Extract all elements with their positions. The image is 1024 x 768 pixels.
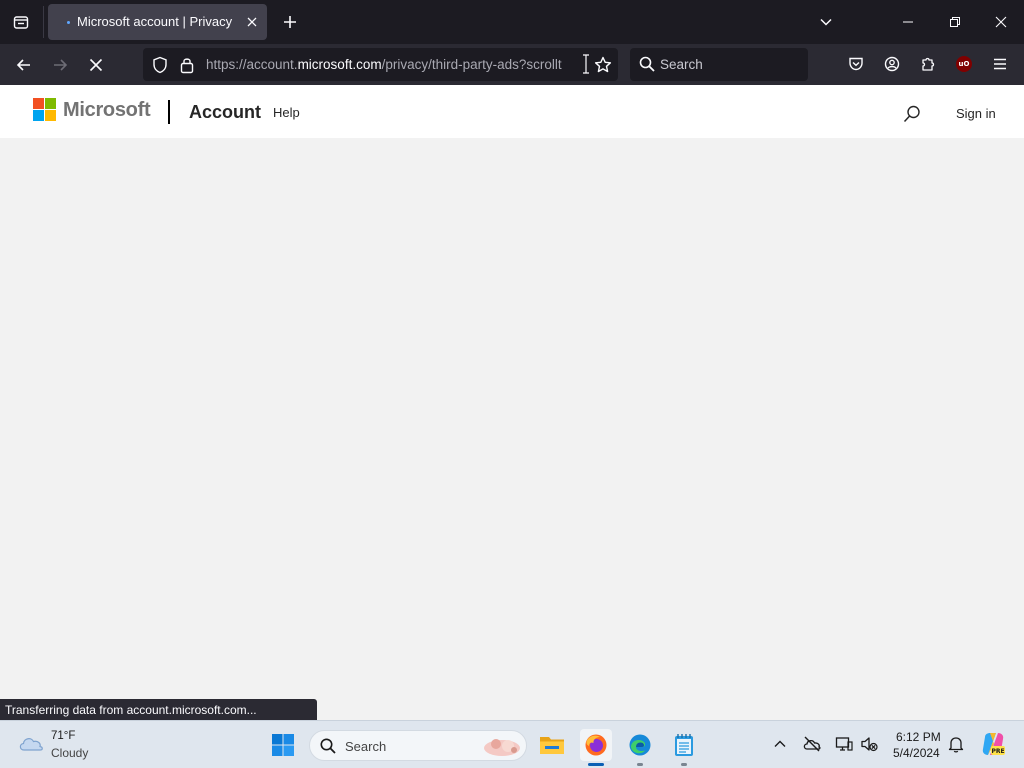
notepad-icon[interactable] xyxy=(668,729,700,766)
arrow-left-icon[interactable] xyxy=(10,51,38,79)
clock-date[interactable]: 5/4/2024 xyxy=(893,746,940,760)
url-host: microsoft.com xyxy=(297,57,382,72)
search-placeholder: Search xyxy=(660,57,703,72)
preview-badge: PRE xyxy=(991,748,1004,755)
url-prefix: https://account. xyxy=(206,57,298,72)
lock-icon[interactable] xyxy=(177,55,197,75)
minimize-icon[interactable] xyxy=(894,8,922,36)
restore-icon[interactable] xyxy=(941,8,969,36)
status-text: Transferring data from account.microsoft… xyxy=(5,703,257,717)
status-panel: Transferring data from account.microsoft… xyxy=(0,699,317,720)
taskbar-search[interactable]: Search xyxy=(309,730,527,761)
puzzle-icon[interactable] xyxy=(915,51,941,77)
taskbar-search-placeholder: Search xyxy=(345,739,387,754)
hamburger-menu-icon[interactable] xyxy=(987,51,1013,77)
tab-strip-divider xyxy=(43,6,44,38)
arrow-right-icon[interactable] xyxy=(46,51,74,79)
header-divider xyxy=(168,100,170,124)
tab-title: Microsoft account | Privacy xyxy=(77,14,233,29)
microsoft-logo-icon[interactable] xyxy=(33,98,57,122)
account-icon[interactable] xyxy=(879,51,905,77)
tab-list-icon[interactable] xyxy=(8,9,34,35)
loading-dot-icon xyxy=(67,21,70,24)
edge-icon[interactable] xyxy=(624,729,656,766)
search-highlight-icon xyxy=(484,739,520,756)
site-header: Microsoft Account Help Sign in xyxy=(0,85,1024,138)
star-icon[interactable] xyxy=(592,54,614,76)
active-app-indicator xyxy=(588,763,604,766)
ublock-origin-icon[interactable]: uO xyxy=(951,51,977,77)
shield-icon[interactable] xyxy=(150,55,170,75)
onedrive-off-icon[interactable] xyxy=(802,734,822,754)
search-icon[interactable] xyxy=(902,104,922,124)
page-content xyxy=(0,138,1024,720)
address-bar[interactable]: https://account.microsoft.com/privacy/th… xyxy=(143,48,618,81)
copilot-icon[interactable]: PRE xyxy=(980,731,1006,757)
search-icon xyxy=(639,56,655,72)
navigation-toolbar: https://account.microsoft.com/privacy/th… xyxy=(0,44,1024,85)
plus-icon[interactable] xyxy=(278,10,302,34)
chevron-up-icon[interactable] xyxy=(770,734,790,754)
close-window-icon[interactable] xyxy=(987,8,1015,36)
windows-taskbar: 71°F Cloudy Search 6:12 PM 5/4/2024 PRE xyxy=(0,720,1024,768)
bell-icon[interactable] xyxy=(946,734,966,754)
account-link[interactable]: Account xyxy=(189,102,261,123)
close-tab-icon[interactable] xyxy=(243,13,261,31)
chevron-down-icon[interactable] xyxy=(814,10,838,34)
open-app-indicator xyxy=(637,763,643,766)
search-icon xyxy=(320,738,336,754)
pocket-icon[interactable] xyxy=(843,51,869,77)
sound-muted-icon[interactable] xyxy=(859,734,879,754)
url-path: /privacy/third-party-ads?scrollt xyxy=(381,57,562,72)
weather-temperature[interactable]: 71°F xyxy=(51,730,75,742)
stop-loading-icon[interactable] xyxy=(82,51,110,79)
tab-microsoft-account[interactable]: Microsoft account | Privacy xyxy=(48,4,267,40)
weather-condition[interactable]: Cloudy xyxy=(51,746,88,760)
help-link[interactable]: Help xyxy=(273,105,300,120)
display-icon[interactable] xyxy=(834,734,854,754)
cloudy-weather-icon[interactable] xyxy=(17,732,45,754)
text-cursor-icon xyxy=(583,54,589,74)
firefox-icon[interactable] xyxy=(580,729,612,766)
url-text[interactable]: https://account.microsoft.com/privacy/th… xyxy=(206,57,584,72)
search-bar[interactable]: Search xyxy=(630,48,808,81)
open-app-indicator xyxy=(681,763,687,766)
tab-strip: Microsoft account | Privacy xyxy=(0,0,1024,44)
microsoft-wordmark[interactable]: Microsoft xyxy=(63,99,151,122)
clock-time[interactable]: 6:12 PM xyxy=(896,730,941,744)
start-icon[interactable] xyxy=(267,729,299,761)
file-explorer-icon[interactable] xyxy=(536,729,568,761)
sign-in-link[interactable]: Sign in xyxy=(956,106,996,121)
